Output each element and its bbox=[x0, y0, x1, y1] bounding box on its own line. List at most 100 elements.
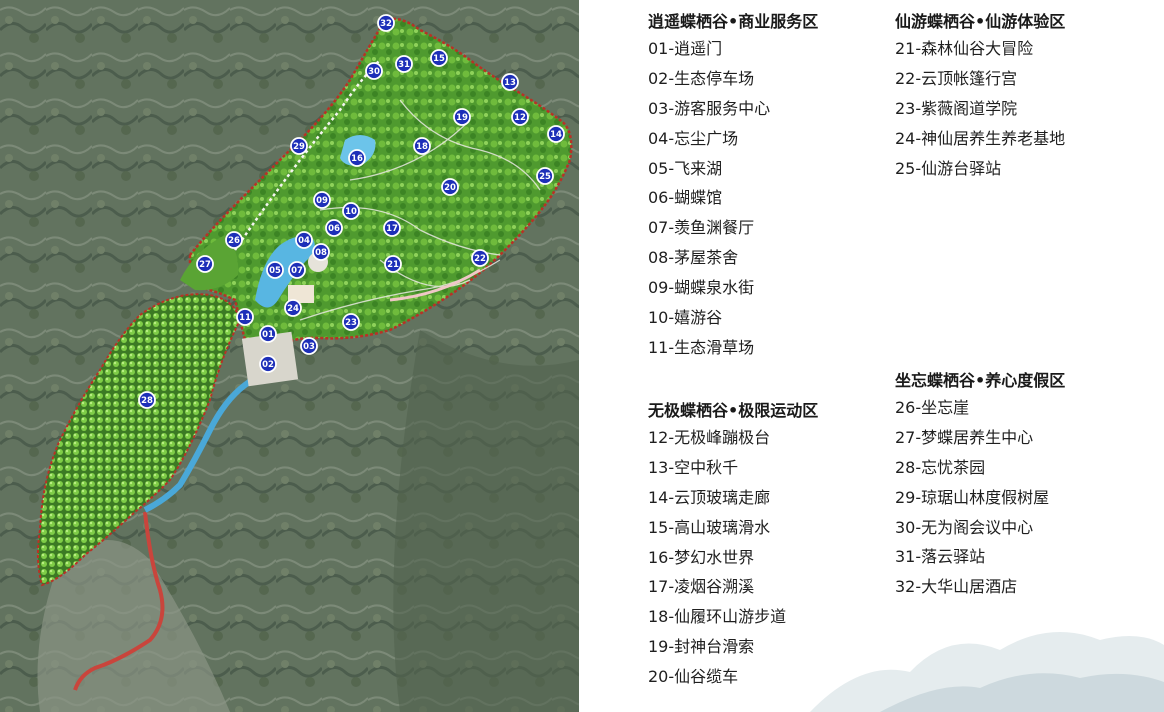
map-marker-label: 06 bbox=[328, 224, 340, 234]
legend-item: 20-仙谷缆车 bbox=[648, 667, 739, 687]
ridge-shadow bbox=[393, 330, 579, 712]
map-marker-label: 15 bbox=[433, 54, 445, 64]
legend-item: 17-凌烟谷溯溪 bbox=[648, 577, 755, 597]
map-marker: 02 bbox=[259, 355, 277, 373]
map-marker-label: 01 bbox=[262, 330, 274, 340]
map-marker: 26 bbox=[225, 231, 243, 249]
legend-item: 18-仙履环山游步道 bbox=[648, 607, 787, 627]
map-marker: 28 bbox=[138, 391, 156, 409]
legend-item: 09-蝴蝶泉水街 bbox=[648, 278, 755, 298]
map-marker-label: 23 bbox=[345, 318, 357, 328]
zone-experience: 仙游蝶栖谷•仙游体验区 21-森林仙谷大冒险 22-云顶帐篷行宫 23-紫薇阁道学院… bbox=[895, 10, 1065, 183]
map-marker: 08 bbox=[312, 243, 330, 261]
map-marker: 21 bbox=[384, 255, 402, 273]
map-marker: 11 bbox=[236, 308, 254, 326]
zone-items: 12-无极峰蹦极台 13-空中秋千 14-云顶玻璃走廊 15-高山玻璃滑水 16-梦幻水… bbox=[648, 423, 818, 692]
map-marker: 03 bbox=[300, 337, 318, 355]
map-marker-label: 14 bbox=[550, 130, 562, 140]
map-marker-label: 18 bbox=[416, 142, 428, 152]
map-marker-label: 16 bbox=[351, 154, 363, 164]
legend-item: 31-落云驿站 bbox=[895, 547, 986, 567]
legend-item: 23-紫薇阁道学院 bbox=[895, 98, 1018, 118]
zone-extreme-sports: 无极蝶栖谷•极限运动区 12-无极峰蹦极台 13-空中秋千 14-云顶玻璃走廊 15-… bbox=[648, 399, 818, 692]
zone-resort: 坐忘蝶栖谷•养心度假区 26-坐忘崖 27-梦蝶居养生中心 28-忘忧茶园 29-琼琚… bbox=[895, 369, 1065, 602]
map-marker-label: 32 bbox=[380, 19, 392, 29]
map-marker-label: 17 bbox=[386, 224, 398, 234]
zone-items: 01-逍遥门 02-生态停车场 03-游客服务中心 04-忘尘广场 05-飞来湖 06-蝴… bbox=[648, 34, 818, 363]
map-marker-label: 03 bbox=[303, 342, 315, 352]
map-marker-label: 08 bbox=[315, 248, 327, 258]
map-marker: 23 bbox=[342, 313, 360, 331]
legend-item: 11-生态滑草场 bbox=[648, 337, 755, 357]
map-marker-label: 26 bbox=[228, 236, 240, 246]
legend-item: 16-梦幻水世界 bbox=[648, 547, 755, 567]
legend-item: 14-云顶玻璃走廊 bbox=[648, 487, 771, 507]
map-marker-label: 13 bbox=[504, 78, 516, 88]
map-marker: 20 bbox=[441, 178, 459, 196]
zone-title: 坐忘蝶栖谷•养心度假区 bbox=[895, 371, 1066, 390]
legend-panel: 逍遥蝶栖谷•商业服务区 01-逍遥门 02-生态停车场 03-游客服务中心 04-忘尘… bbox=[580, 0, 1164, 712]
zone-items: 21-森林仙谷大冒险 22-云顶帐篷行宫 23-紫薇阁道学院 24-神仙居养生养老基地… bbox=[895, 34, 1065, 183]
map-marker-label: 31 bbox=[398, 60, 410, 70]
map-marker-label: 21 bbox=[387, 260, 399, 270]
zone-title: 无极蝶栖谷•极限运动区 bbox=[648, 401, 819, 420]
zone-title: 逍遥蝶栖谷•商业服务区 bbox=[648, 12, 819, 31]
map-marker: 30 bbox=[365, 62, 383, 80]
map-marker: 14 bbox=[547, 125, 565, 143]
zone-commercial: 逍遥蝶栖谷•商业服务区 01-逍遥门 02-生态停车场 03-游客服务中心 04-忘尘… bbox=[648, 10, 818, 363]
map-marker-label: 07 bbox=[291, 266, 303, 276]
map-marker: 22 bbox=[471, 249, 489, 267]
map-marker-label: 05 bbox=[269, 266, 281, 276]
legend-item: 03-游客服务中心 bbox=[648, 98, 771, 118]
map-marker: 27 bbox=[196, 255, 214, 273]
legend-item: 19-封神台滑索 bbox=[648, 637, 755, 657]
map-marker: 13 bbox=[501, 73, 519, 91]
legend-item: 28-忘忧茶园 bbox=[895, 457, 986, 477]
map-marker-label: 09 bbox=[316, 196, 328, 206]
legend-item: 27-梦蝶居养生中心 bbox=[895, 427, 1034, 447]
map-marker: 04 bbox=[295, 231, 313, 249]
zone-title: 仙游蝶栖谷•仙游体验区 bbox=[895, 12, 1066, 31]
legend-item: 12-无极峰蹦极台 bbox=[648, 428, 771, 447]
legend-item: 26-坐忘崖 bbox=[895, 398, 970, 417]
legend-item: 13-空中秋千 bbox=[648, 457, 739, 477]
legend-item: 22-云顶帐篷行宫 bbox=[895, 68, 1018, 88]
site-plan-map: 01 02 03 04 05 06 07 08 09 10 11 12 13 14 15 16 17 18 19 20… bbox=[0, 0, 579, 712]
map-marker: 17 bbox=[383, 219, 401, 237]
map-marker-label: 24 bbox=[287, 304, 299, 314]
map-marker-label: 12 bbox=[514, 113, 526, 123]
legend-item: 24-神仙居养生养老基地 bbox=[895, 128, 1066, 148]
legend-item: 04-忘尘广场 bbox=[648, 128, 739, 148]
legend-item: 05-飞来湖 bbox=[648, 158, 723, 178]
map-marker-label: 11 bbox=[239, 313, 251, 323]
map-marker: 24 bbox=[284, 299, 302, 317]
map-marker-label: 19 bbox=[456, 113, 468, 123]
map-marker-label: 10 bbox=[345, 207, 357, 217]
map-marker: 19 bbox=[453, 108, 471, 126]
legend-item: 32-大华山居酒店 bbox=[895, 577, 1018, 597]
map-marker-label: 27 bbox=[199, 260, 211, 270]
map-marker: 09 bbox=[313, 191, 331, 209]
map-marker: 07 bbox=[288, 261, 306, 279]
legend-item: 10-嬉游谷 bbox=[648, 308, 723, 328]
map-marker-label: 22 bbox=[474, 254, 486, 264]
map-marker: 25 bbox=[536, 167, 554, 185]
map-marker-label: 02 bbox=[262, 360, 274, 370]
map-marker: 06 bbox=[325, 219, 343, 237]
legend-item: 08-茅屋茶舍 bbox=[648, 248, 739, 268]
map-marker: 31 bbox=[395, 55, 413, 73]
zone-items: 26-坐忘崖 27-梦蝶居养生中心 28-忘忧茶园 29-琼琚山林度假树屋 30-无为阁… bbox=[895, 393, 1065, 602]
legend-item: 06-蝴蝶馆 bbox=[648, 188, 723, 208]
map-marker: 05 bbox=[266, 261, 284, 279]
legend-item: 15-高山玻璃滑水 bbox=[648, 517, 771, 537]
map-marker: 18 bbox=[413, 137, 431, 155]
map-marker: 29 bbox=[290, 137, 308, 155]
legend-item: 25-仙游台驿站 bbox=[895, 158, 1002, 178]
map-marker-label: 28 bbox=[141, 396, 153, 406]
map-marker-label: 04 bbox=[298, 236, 310, 246]
map-marker: 32 bbox=[377, 14, 395, 32]
map-marker-label: 20 bbox=[444, 183, 456, 193]
map-marker: 15 bbox=[430, 49, 448, 67]
legend-item: 21-森林仙谷大冒险 bbox=[895, 39, 1034, 58]
legend-item: 07-羡鱼渊餐厅 bbox=[648, 218, 755, 238]
